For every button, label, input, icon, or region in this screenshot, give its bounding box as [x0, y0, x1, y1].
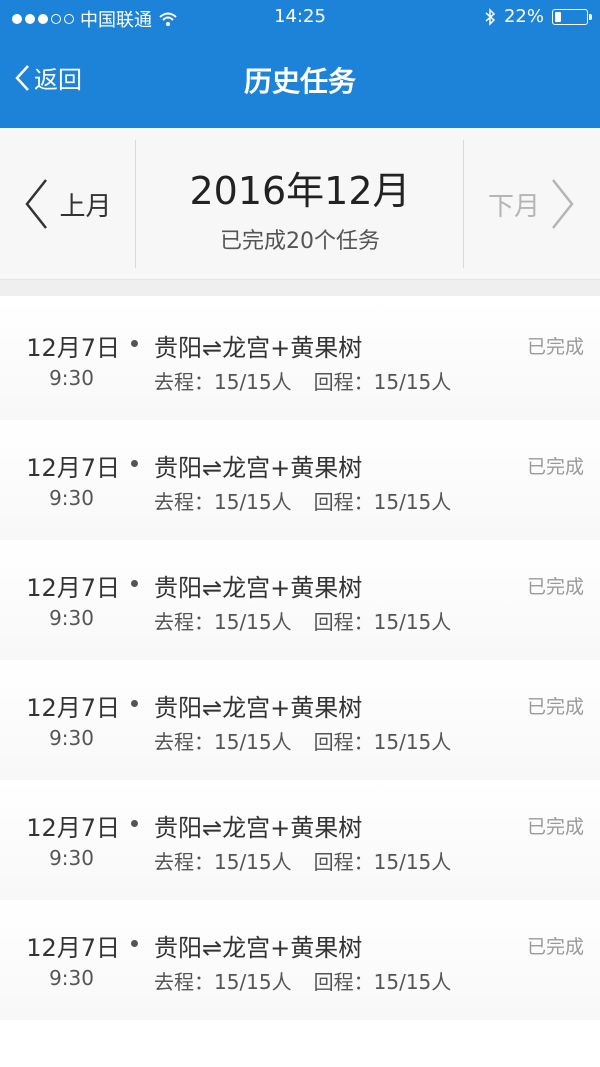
battery-icon	[552, 8, 592, 25]
current-month-block: 2016年12月 已完成20个任务	[136, 128, 464, 280]
task-detail: 去程：15/15人 回程：15/15人	[154, 726, 473, 755]
task-time: 9:30	[49, 486, 94, 510]
month-switcher: 上月 2016年12月 已完成20个任务 下月	[0, 128, 600, 280]
timeline-node	[131, 940, 138, 947]
task-time: 9:30	[49, 606, 94, 630]
chevron-right-icon	[552, 179, 574, 229]
outbound-count: 去程：15/15人	[154, 730, 292, 754]
app-header: 中国联通 14:25 22% 返回 历史任务	[0, 0, 600, 128]
outbound-count: 去程：15/15人	[154, 850, 292, 874]
status-bar: 中国联通 14:25 22%	[0, 0, 600, 34]
task-status: 已完成	[526, 816, 584, 838]
return-count: 回程：15/15人	[313, 370, 452, 394]
task-route: 贵阳⇌龙宫+黄果树	[154, 814, 363, 842]
battery-percent: 22%	[503, 6, 544, 27]
task-date: 12月7日	[26, 454, 120, 482]
task-detail: 去程：15/15人 回程：15/15人	[154, 846, 473, 875]
task-status: 已完成	[526, 456, 584, 478]
return-count: 回程：15/15人	[313, 610, 452, 634]
timeline-node	[131, 340, 138, 347]
task-route: 贵阳⇌龙宫+黄果树	[154, 694, 363, 722]
current-month: 2016年12月	[189, 169, 411, 213]
task-detail: 去程：15/15人 回程：15/15人	[154, 366, 473, 395]
task-route: 贵阳⇌龙宫+黄果树	[154, 334, 363, 362]
next-month-label: 下月	[487, 191, 540, 222]
task-date: 12月7日	[26, 934, 120, 962]
page-title: 历史任务	[243, 65, 356, 98]
task-item[interactable]: 12月7日 9:30 贵阳⇌龙宫+黄果树 去程：15/15人 回程：15/15人 …	[0, 540, 600, 660]
task-status: 已完成	[526, 576, 584, 598]
task-date: 12月7日	[26, 574, 120, 602]
bluetooth-icon	[485, 7, 496, 26]
return-count: 回程：15/15人	[313, 730, 452, 754]
section-spacer	[0, 280, 600, 296]
task-item[interactable]: 12月7日 9:30 贵阳⇌龙宫+黄果树 去程：15/15人 回程：15/15人 …	[0, 900, 600, 1020]
outbound-count: 去程：15/15人	[154, 610, 292, 634]
task-time: 9:30	[49, 726, 94, 750]
outbound-count: 去程：15/15人	[154, 370, 292, 394]
status-right: 22%	[484, 6, 592, 27]
task-item[interactable]: 12月7日 9:30 贵阳⇌龙宫+黄果树 去程：15/15人 回程：15/15人 …	[0, 780, 600, 900]
task-date: 12月7日	[26, 694, 120, 722]
task-time: 9:30	[49, 966, 94, 990]
timeline-node	[131, 700, 138, 707]
task-date: 12月7日	[26, 334, 120, 362]
outbound-count: 去程：15/15人	[154, 970, 292, 994]
task-date: 12月7日	[26, 814, 120, 842]
task-time: 9:30	[49, 846, 94, 870]
task-route: 贵阳⇌龙宫+黄果树	[154, 574, 363, 602]
task-status: 已完成	[526, 936, 584, 958]
task-item[interactable]: 12月7日 9:30 贵阳⇌龙宫+黄果树 去程：15/15人 回程：15/15人 …	[0, 300, 600, 420]
task-item[interactable]: 12月7日 9:30 贵阳⇌龙宫+黄果树 去程：15/15人 回程：15/15人 …	[0, 660, 600, 780]
task-detail: 去程：15/15人 回程：15/15人	[154, 966, 473, 995]
timeline-node	[131, 580, 138, 587]
return-count: 回程：15/15人	[313, 850, 452, 874]
task-route: 贵阳⇌龙宫+黄果树	[154, 454, 363, 482]
task-route: 贵阳⇌龙宫+黄果树	[154, 934, 363, 962]
timeline-node	[131, 460, 138, 467]
return-count: 回程：15/15人	[313, 970, 452, 994]
prev-month-button[interactable]: 上月	[0, 128, 135, 280]
task-status: 已完成	[526, 696, 584, 718]
chevron-left-icon	[25, 179, 48, 229]
task-detail: 去程：15/15人 回程：15/15人	[154, 486, 473, 515]
prev-month-label: 上月	[59, 191, 112, 222]
timeline-node	[131, 820, 138, 827]
task-status: 已完成	[526, 336, 584, 358]
task-item[interactable]: 12月7日 9:30 贵阳⇌龙宫+黄果树 去程：15/15人 回程：15/15人 …	[0, 420, 600, 540]
outbound-count: 去程：15/15人	[154, 490, 292, 514]
task-list: 12月7日 9:30 贵阳⇌龙宫+黄果树 去程：15/15人 回程：15/15人 …	[0, 296, 600, 1067]
next-month-button[interactable]: 下月	[464, 128, 600, 280]
completed-summary: 已完成20个任务	[220, 229, 380, 254]
task-time: 9:30	[49, 366, 94, 390]
task-detail: 去程：15/15人 回程：15/15人	[154, 606, 473, 635]
return-count: 回程：15/15人	[313, 490, 452, 514]
